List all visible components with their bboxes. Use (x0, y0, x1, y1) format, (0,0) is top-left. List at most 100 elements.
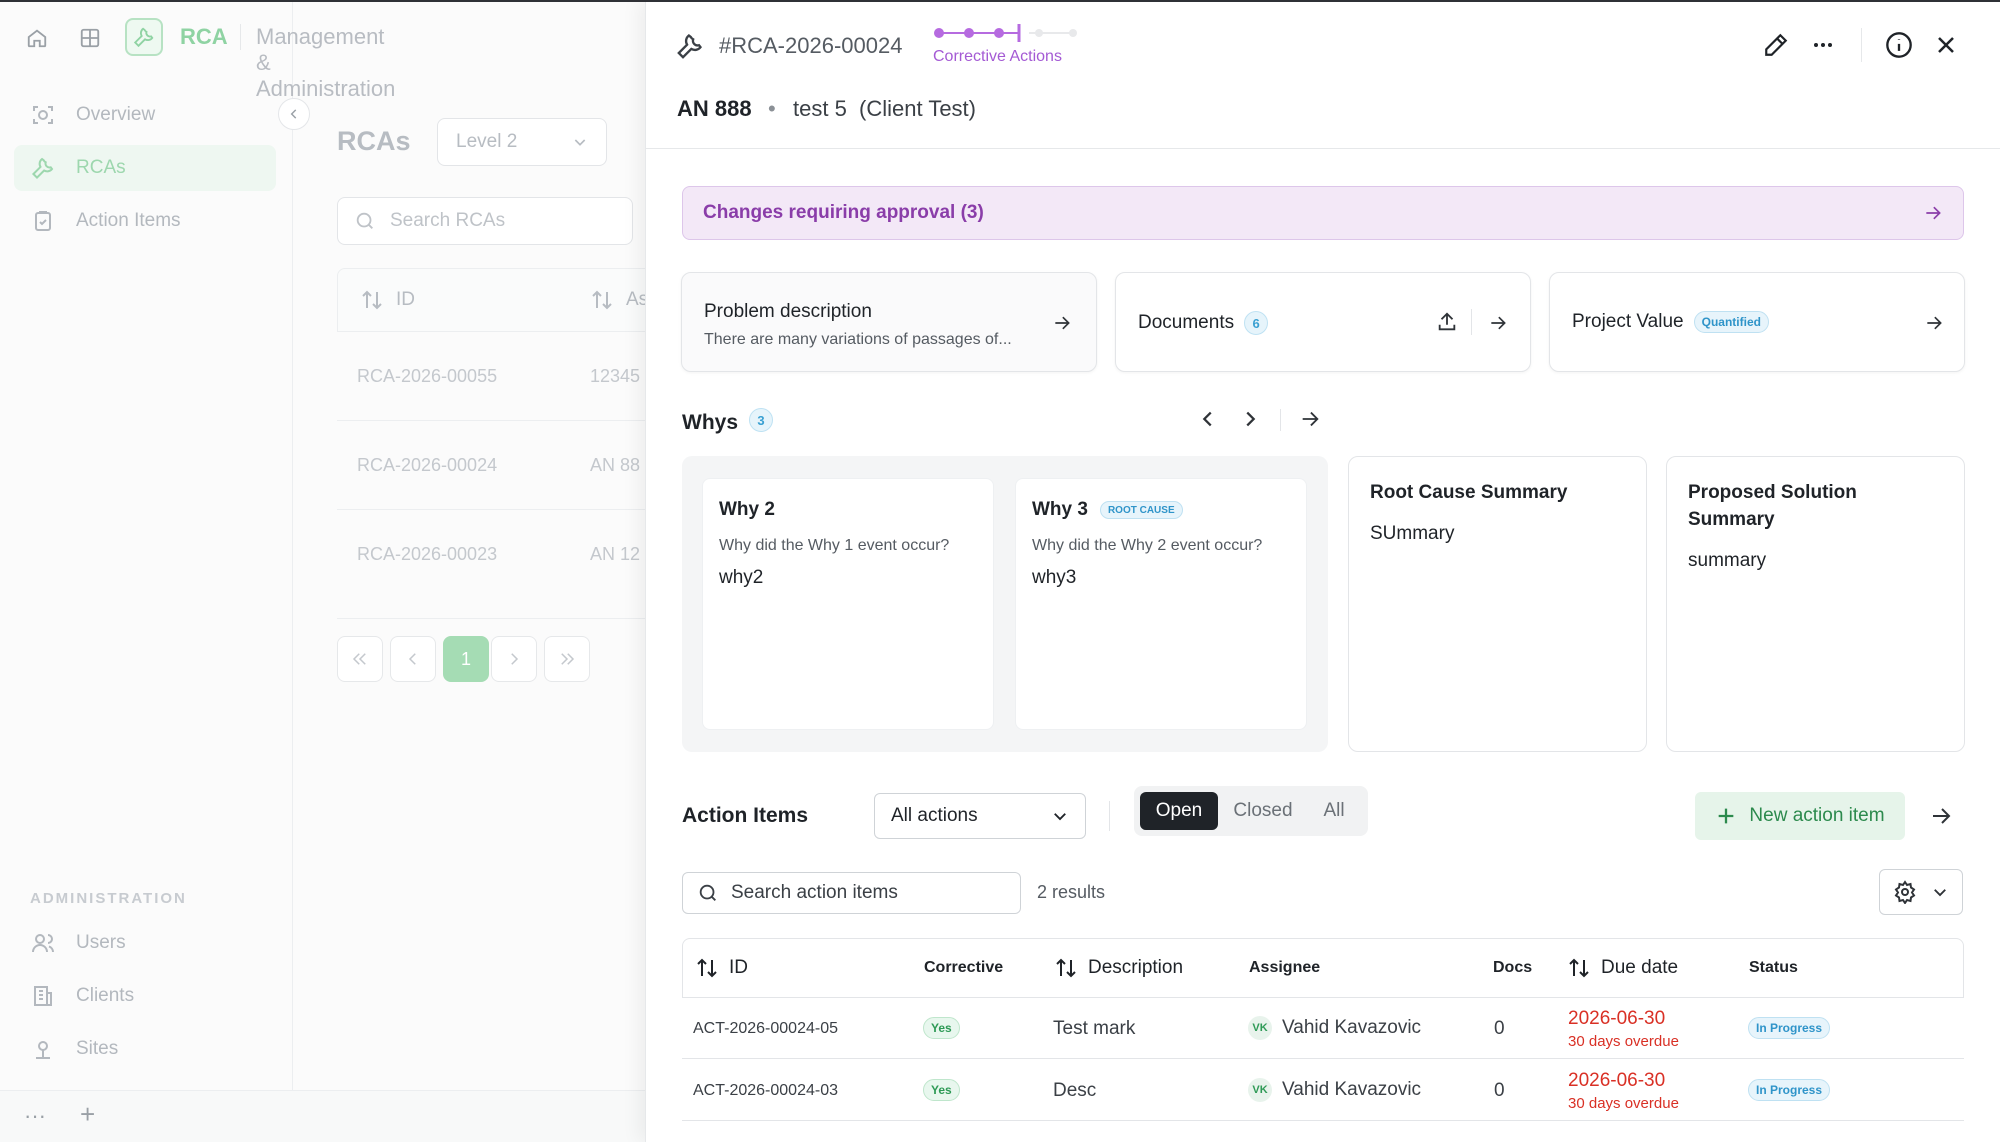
rca-id: #RCA-2026-00024 (719, 33, 903, 58)
table-row-id[interactable]: RCA-2026-00023 (357, 544, 497, 565)
table-row-as: 12345 (590, 366, 641, 386)
arrow-right-icon (1926, 206, 1941, 220)
whys-count: 3 (749, 408, 773, 432)
column-header-label: ID (396, 289, 415, 310)
search-rcas-input[interactable]: Search RCAs (337, 197, 633, 245)
card-title: Documents 6 (1138, 311, 1269, 335)
level-select[interactable]: Level 2 (437, 118, 607, 166)
segment-all[interactable]: All (1306, 792, 1362, 830)
upload-icon[interactable] (1436, 311, 1458, 333)
sort-icon (1056, 958, 1076, 978)
row-divider (337, 420, 645, 421)
action-description: Desc (1053, 1080, 1097, 1101)
search-action-items-input[interactable]: Search action items (682, 872, 1021, 914)
sidebar-item-sites[interactable]: Sites (14, 1026, 276, 1072)
edit-button[interactable] (1759, 28, 1793, 62)
table-row-id[interactable]: RCA-2026-00055 (357, 366, 497, 387)
chevron-left-icon[interactable] (1197, 408, 1219, 430)
sidebar: RCA Management & Administration Overview… (0, 0, 395, 1142)
column-header-docs: Docs (1493, 959, 1533, 976)
project-value-card[interactable]: Project Value Quantified (1549, 272, 1965, 372)
arrow-right-icon[interactable] (1299, 408, 1321, 430)
sidebar-item-rcas[interactable]: RCAs (14, 145, 276, 191)
sidebar-item-overview[interactable]: Overview (14, 92, 276, 138)
why-card[interactable]: Why 3 ROOT CAUSE Why did the Why 2 event… (1015, 478, 1307, 730)
changes-approval-banner[interactable]: Changes requiring approval (3) (682, 186, 1964, 240)
search-placeholder: Search action items (731, 882, 898, 903)
arrow-right-icon (1055, 316, 1070, 330)
column-header-id[interactable]: ID (360, 288, 415, 312)
chevron-down-icon (574, 139, 586, 146)
apps-grid-icon[interactable] (75, 23, 105, 53)
page-title: RCAs (337, 126, 411, 156)
more-horizontal-icon (1814, 43, 1832, 47)
sidebar-item-action-items[interactable]: Action Items (14, 198, 276, 244)
action-filter-value: All actions (891, 805, 978, 826)
table-header: ID Corrective Description Assignee Docs … (682, 938, 1964, 998)
wrench-icon (30, 155, 56, 181)
prev-page-button[interactable] (390, 636, 436, 682)
action-id: ACT-2026-00024-03 (693, 1082, 838, 1099)
page-button-current[interactable]: 1 (443, 636, 489, 682)
column-header-due-date[interactable]: Due date (1567, 956, 1678, 980)
more-options-button[interactable] (1806, 28, 1840, 62)
admin-section-label: ADMINISTRATION (30, 890, 187, 907)
column-settings-button[interactable] (1879, 869, 1963, 915)
root-cause-summary-card[interactable]: Root Cause Summary SUmmary (1348, 456, 1647, 752)
column-header-label: As (626, 289, 645, 310)
table-row[interactable]: ACT-2026-00024-05 Yes Test mark VK Vahid… (682, 998, 1964, 1059)
column-header-label: Description (1088, 957, 1184, 978)
segment-closed[interactable]: Closed (1224, 792, 1302, 830)
why-card[interactable]: Why 2 Why did the Why 1 event occur? why… (702, 478, 994, 730)
chevrons-right-icon (561, 653, 575, 665)
avatar: VK (1248, 1078, 1272, 1102)
docs-count: 0 (1494, 1018, 1505, 1039)
separator-dot: • (768, 96, 776, 121)
column-header-label: ID (729, 957, 748, 978)
chevron-right-icon[interactable] (1239, 408, 1261, 430)
whys-carousel: Why 2 Why did the Why 1 event occur? why… (682, 456, 1328, 752)
action-items-title: Action Items (682, 804, 809, 827)
sidebar-item-label: Users (76, 932, 126, 953)
proposed-solution-summary-card[interactable]: Proposed Solution Summary summary (1666, 456, 1965, 752)
column-header-id[interactable]: ID (695, 956, 748, 980)
plus-icon (1719, 808, 1734, 824)
first-page-button[interactable] (337, 636, 383, 682)
last-page-button[interactable] (544, 636, 590, 682)
sidebar-item-clients[interactable]: Clients (14, 973, 276, 1019)
approval-text: Changes requiring approval (3) (703, 202, 984, 223)
close-button[interactable] (1929, 28, 1963, 62)
arrow-right-icon[interactable] (1488, 313, 1508, 333)
card-title: Proposed Solution Summary (1688, 482, 1857, 530)
plus-icon[interactable]: + (80, 1099, 95, 1130)
whys-title: Whys (682, 411, 739, 434)
column-header-description[interactable]: Description (1054, 956, 1183, 980)
table-row[interactable]: ACT-2026-00024-03 Yes Desc VK Vahid Kava… (682, 1060, 1964, 1121)
action-filter-select[interactable]: All actions (874, 793, 1086, 839)
assignee-name: Vahid Kavazovic (1282, 1079, 1422, 1100)
brand-logo (125, 18, 163, 56)
info-button[interactable] (1882, 28, 1916, 62)
problem-description-card[interactable]: Problem description There are many varia… (681, 272, 1097, 372)
arrow-right-icon[interactable] (1929, 804, 1953, 828)
more-icon[interactable]: ··· (24, 1103, 46, 1129)
collapse-sidebar-button[interactable] (278, 98, 310, 130)
due-date: 2026-06-30 (1568, 1008, 1666, 1029)
sidebar-item-users[interactable]: Users (14, 920, 276, 966)
home-icon[interactable] (22, 23, 52, 53)
background-app: RCA Management & Administration Overview… (0, 0, 645, 1142)
segment-open[interactable]: Open (1140, 792, 1218, 830)
action-items-table: ID Corrective Description Assignee Docs … (682, 938, 1964, 1142)
corrective-badge: Yes (923, 1017, 960, 1039)
progress-stepper[interactable] (933, 22, 1093, 44)
table-row-id[interactable]: RCA-2026-00024 (357, 455, 497, 476)
column-header-as[interactable]: As (590, 288, 645, 312)
next-page-button[interactable] (491, 636, 537, 682)
documents-card[interactable]: Documents 6 (1115, 272, 1531, 372)
sidebar-item-label: RCAs (76, 157, 126, 178)
drawer-header: #RCA-2026-00024 Corrective Actions AN 88… (646, 0, 2000, 149)
sidebar-item-label: Sites (76, 1038, 119, 1059)
why-title: Why 2 (719, 499, 775, 521)
overview-icon (30, 102, 56, 128)
new-action-item-button[interactable]: New action item (1695, 792, 1905, 840)
